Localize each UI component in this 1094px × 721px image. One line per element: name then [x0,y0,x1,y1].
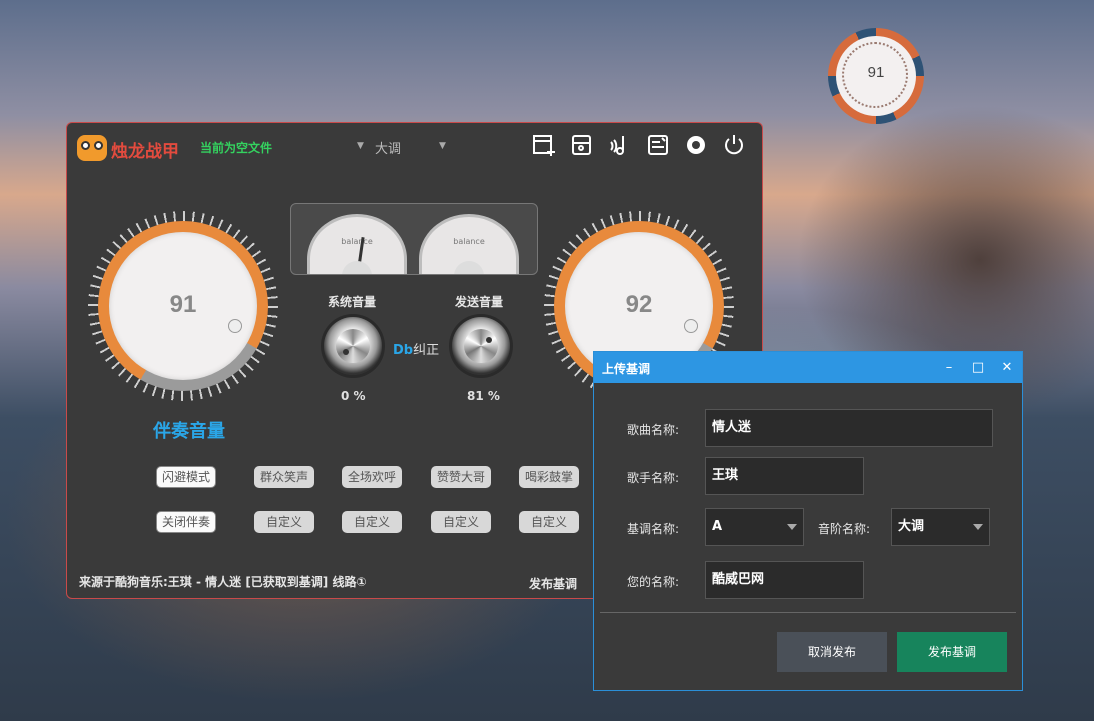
upload-key-dialog: 上传基调 – □ ✕ 歌曲名称: 情人迷 歌手名称: 王琪 基调名称: A 音阶… [593,351,1023,691]
custom-button-4[interactable]: 自定义 [519,511,579,533]
praise-button[interactable]: 赞赞大哥 [431,466,491,488]
meter-hub [454,261,484,274]
system-volume-knob[interactable] [324,317,382,375]
chevron-down-icon: ▼ [439,141,446,151]
applause-button[interactable]: 喝彩鼓掌 [519,466,579,488]
dialog-title: 上传基调 [602,362,651,376]
publish-key-link[interactable]: 发布基调 [529,575,577,592]
close-icon[interactable]: ✕ [997,358,1017,378]
scale-name-label: 音阶名称: [818,522,871,536]
key-select-left-arrow-icon: ▼ [357,141,364,151]
power-icon[interactable] [722,133,746,157]
send-volume-label: 发送音量 [455,295,504,309]
meter-hub [342,261,372,274]
accompaniment-volume-value: 91 [169,291,197,318]
singer-name-label: 歌手名称: [627,471,680,485]
close-accompaniment-button[interactable]: 关闭伴奏 [156,511,216,533]
custom-button-3[interactable]: 自定义 [431,511,491,533]
crowd-laugh-button[interactable]: 群众笑声 [254,466,314,488]
ball-value: 91 [867,64,885,81]
maximize-icon[interactable]: □ [968,358,988,378]
toolbar [532,133,746,157]
chevron-down-icon [787,524,797,530]
send-volume-percent: 81 % [467,389,500,403]
cancel-publish-button[interactable]: 取消发布 [777,632,887,672]
mic-volume-value: 92 [625,291,653,318]
knob-handle[interactable] [684,319,698,333]
custom-button-1[interactable]: 自定义 [254,511,314,533]
music-note-icon[interactable] [608,133,632,157]
minimize-icon[interactable]: – [939,358,959,378]
dialog-divider [600,612,1016,613]
new-project-icon[interactable] [532,133,556,157]
settings-icon[interactable] [684,133,708,157]
floating-volume-ball[interactable]: 91 [828,28,924,124]
system-volume-percent: 0 % [341,389,366,403]
singer-name-field[interactable]: 王琪 [705,457,864,495]
accompaniment-volume-label: 伴奏音量 [153,421,225,442]
send-volume-knob[interactable] [452,317,510,375]
key-select[interactable]: ▼ 大调 ▼ [355,137,451,157]
cheer-button[interactable]: 全场欢呼 [342,466,402,488]
publish-key-button[interactable]: 发布基调 [897,632,1007,672]
accompaniment-volume-knob[interactable]: 91 [88,211,278,401]
custom-button-2[interactable]: 自定义 [342,511,402,533]
your-name-label: 您的名称: [627,575,680,589]
knob-inner [336,329,370,363]
knob-pointer [486,337,492,343]
song-name-field[interactable]: 情人迷 [705,409,993,447]
key-name-label: 基调名称: [627,522,680,536]
key-select-value: 大调 [375,142,402,157]
left-balance-meter: balance [307,214,407,274]
edit-list-icon[interactable] [646,133,670,157]
dialog-titlebar: 上传基调 – □ ✕ [594,352,1022,383]
your-name-field[interactable]: 酷威巴网 [705,561,864,599]
key-name-value: A [712,519,723,534]
system-volume-label: 系统音量 [328,295,377,309]
db-correct-text: 纠正 [413,343,440,358]
save-icon[interactable] [570,133,594,157]
knob-pointer [343,349,349,355]
meter-label: balance [341,237,373,246]
knob-handle[interactable] [228,319,242,333]
scale-name-value: 大调 [898,519,925,534]
right-balance-meter: balance [419,214,519,274]
key-name-select[interactable]: A [705,508,804,546]
file-status: 当前为空文件 [200,141,273,155]
app-title: 烛龙战甲 [111,142,179,162]
db-correct-button[interactable]: Db纠正 [393,339,439,358]
balance-meters: balance balance [290,203,538,275]
app-logo-icon [77,135,107,161]
source-status: 来源于酷狗音乐:王琪 - 情人迷 [已获取到基调] 线路① [79,575,367,589]
knob-inner [464,329,498,363]
meter-label: balance [453,237,485,246]
scale-name-select[interactable]: 大调 [891,508,990,546]
db-text: Db [393,343,414,358]
song-name-label: 歌曲名称: [627,423,680,437]
chevron-down-icon [973,524,983,530]
dodge-mode-button[interactable]: 闪避模式 [156,466,216,488]
